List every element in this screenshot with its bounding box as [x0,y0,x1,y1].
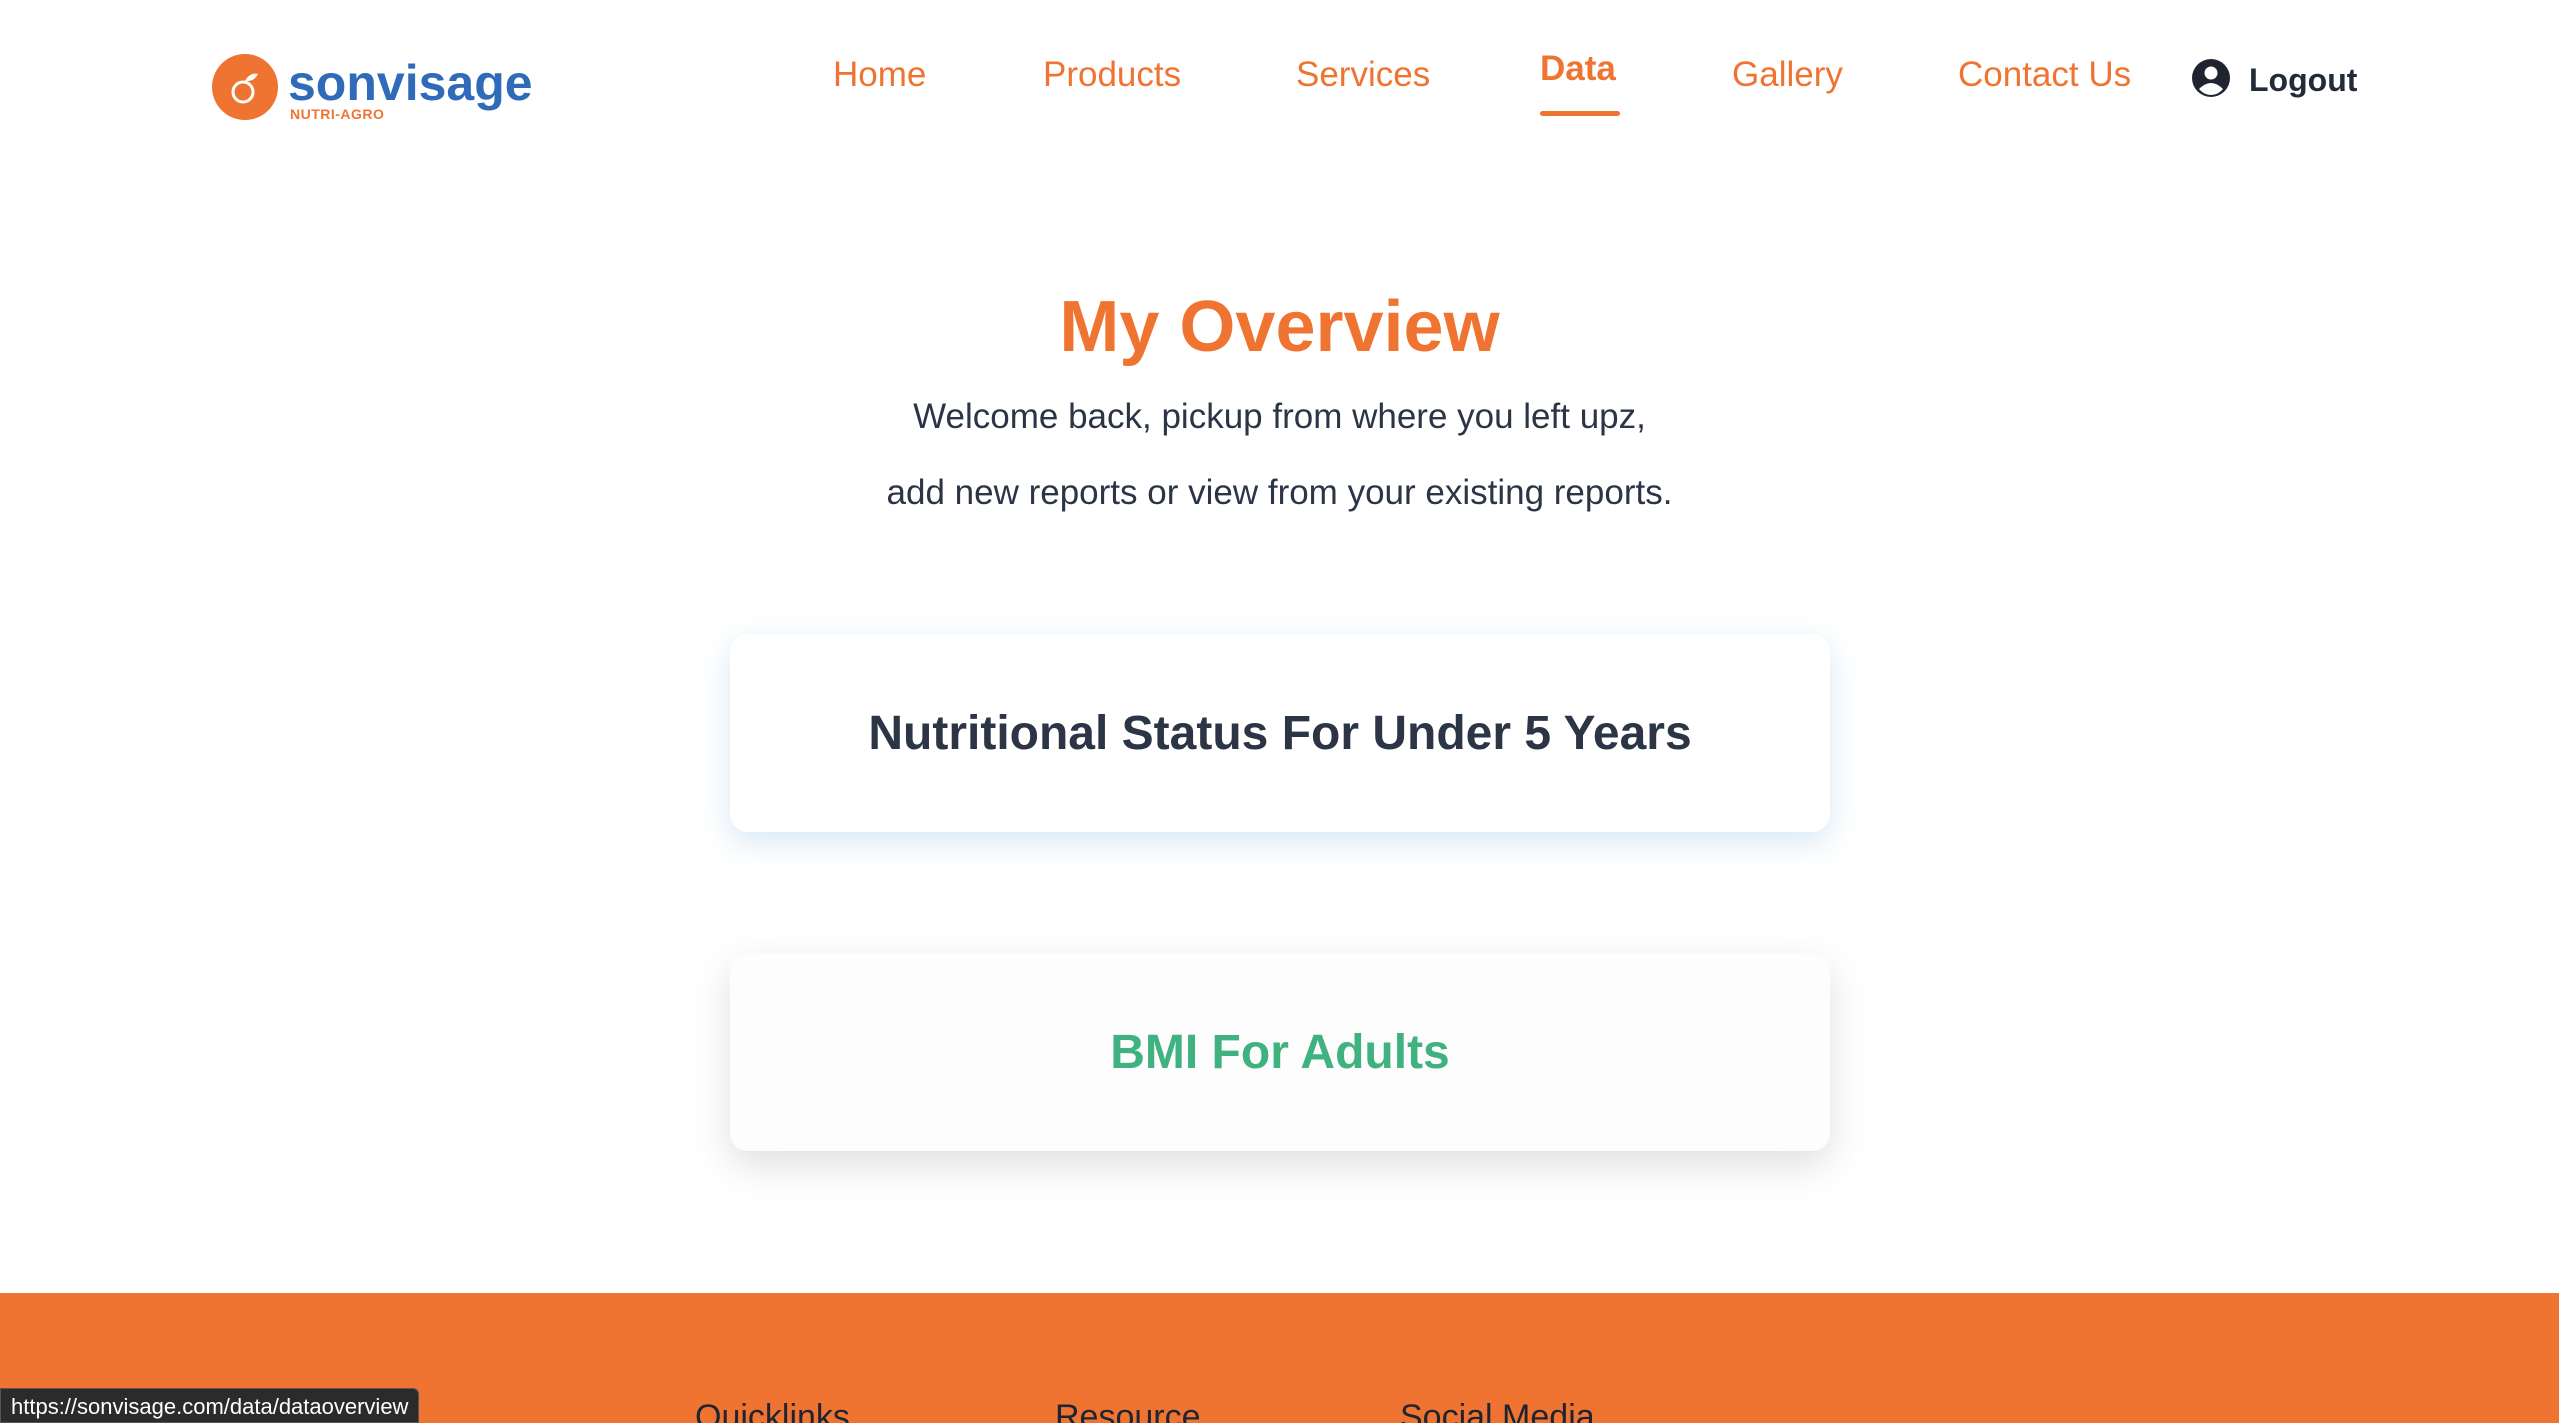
status-bar-url: https://sonvisage.com/data/dataoverview [0,1388,420,1423]
nav-home[interactable]: Home [833,55,926,95]
subtitle-line-1: Welcome back, pickup from where you left… [913,397,1646,436]
footer-heading-social-media: Social Media [1400,1398,1595,1423]
user-circle-icon [2191,58,2231,103]
page: sonvisage NUTRI-AGRO Home Products Servi… [0,0,2559,1423]
subtitle-line-2: add new reports or view from your existi… [886,473,1673,512]
nav-services[interactable]: Services [1296,55,1430,95]
nav-products[interactable]: Products [1043,55,1181,95]
card-nutritional-status[interactable]: Nutritional Status For Under 5 Years [730,634,1830,832]
logout-button[interactable]: Logout [2191,58,2357,103]
nav-contact-us[interactable]: Contact Us [1958,55,2131,95]
footer-heading-quicklinks: Quicklinks [695,1398,850,1423]
footer-heading-resource: Resource [1055,1398,1201,1423]
card-label: Nutritional Status For Under 5 Years [868,706,1692,760]
page-title: My Overview [1059,287,1500,367]
card-label: BMI For Adults [1110,1025,1450,1079]
card-bmi-adults[interactable]: BMI For Adults [730,953,1830,1151]
nav-gallery[interactable]: Gallery [1732,55,1843,95]
nav-active-indicator [1540,111,1620,116]
nav-data[interactable]: Data [1540,49,1616,89]
logout-label: Logout [2249,62,2358,98]
header: sonvisage NUTRI-AGRO Home Products Servi… [0,0,2559,160]
main-nav: Home Products Services Data Gallery Cont… [0,49,2559,116]
